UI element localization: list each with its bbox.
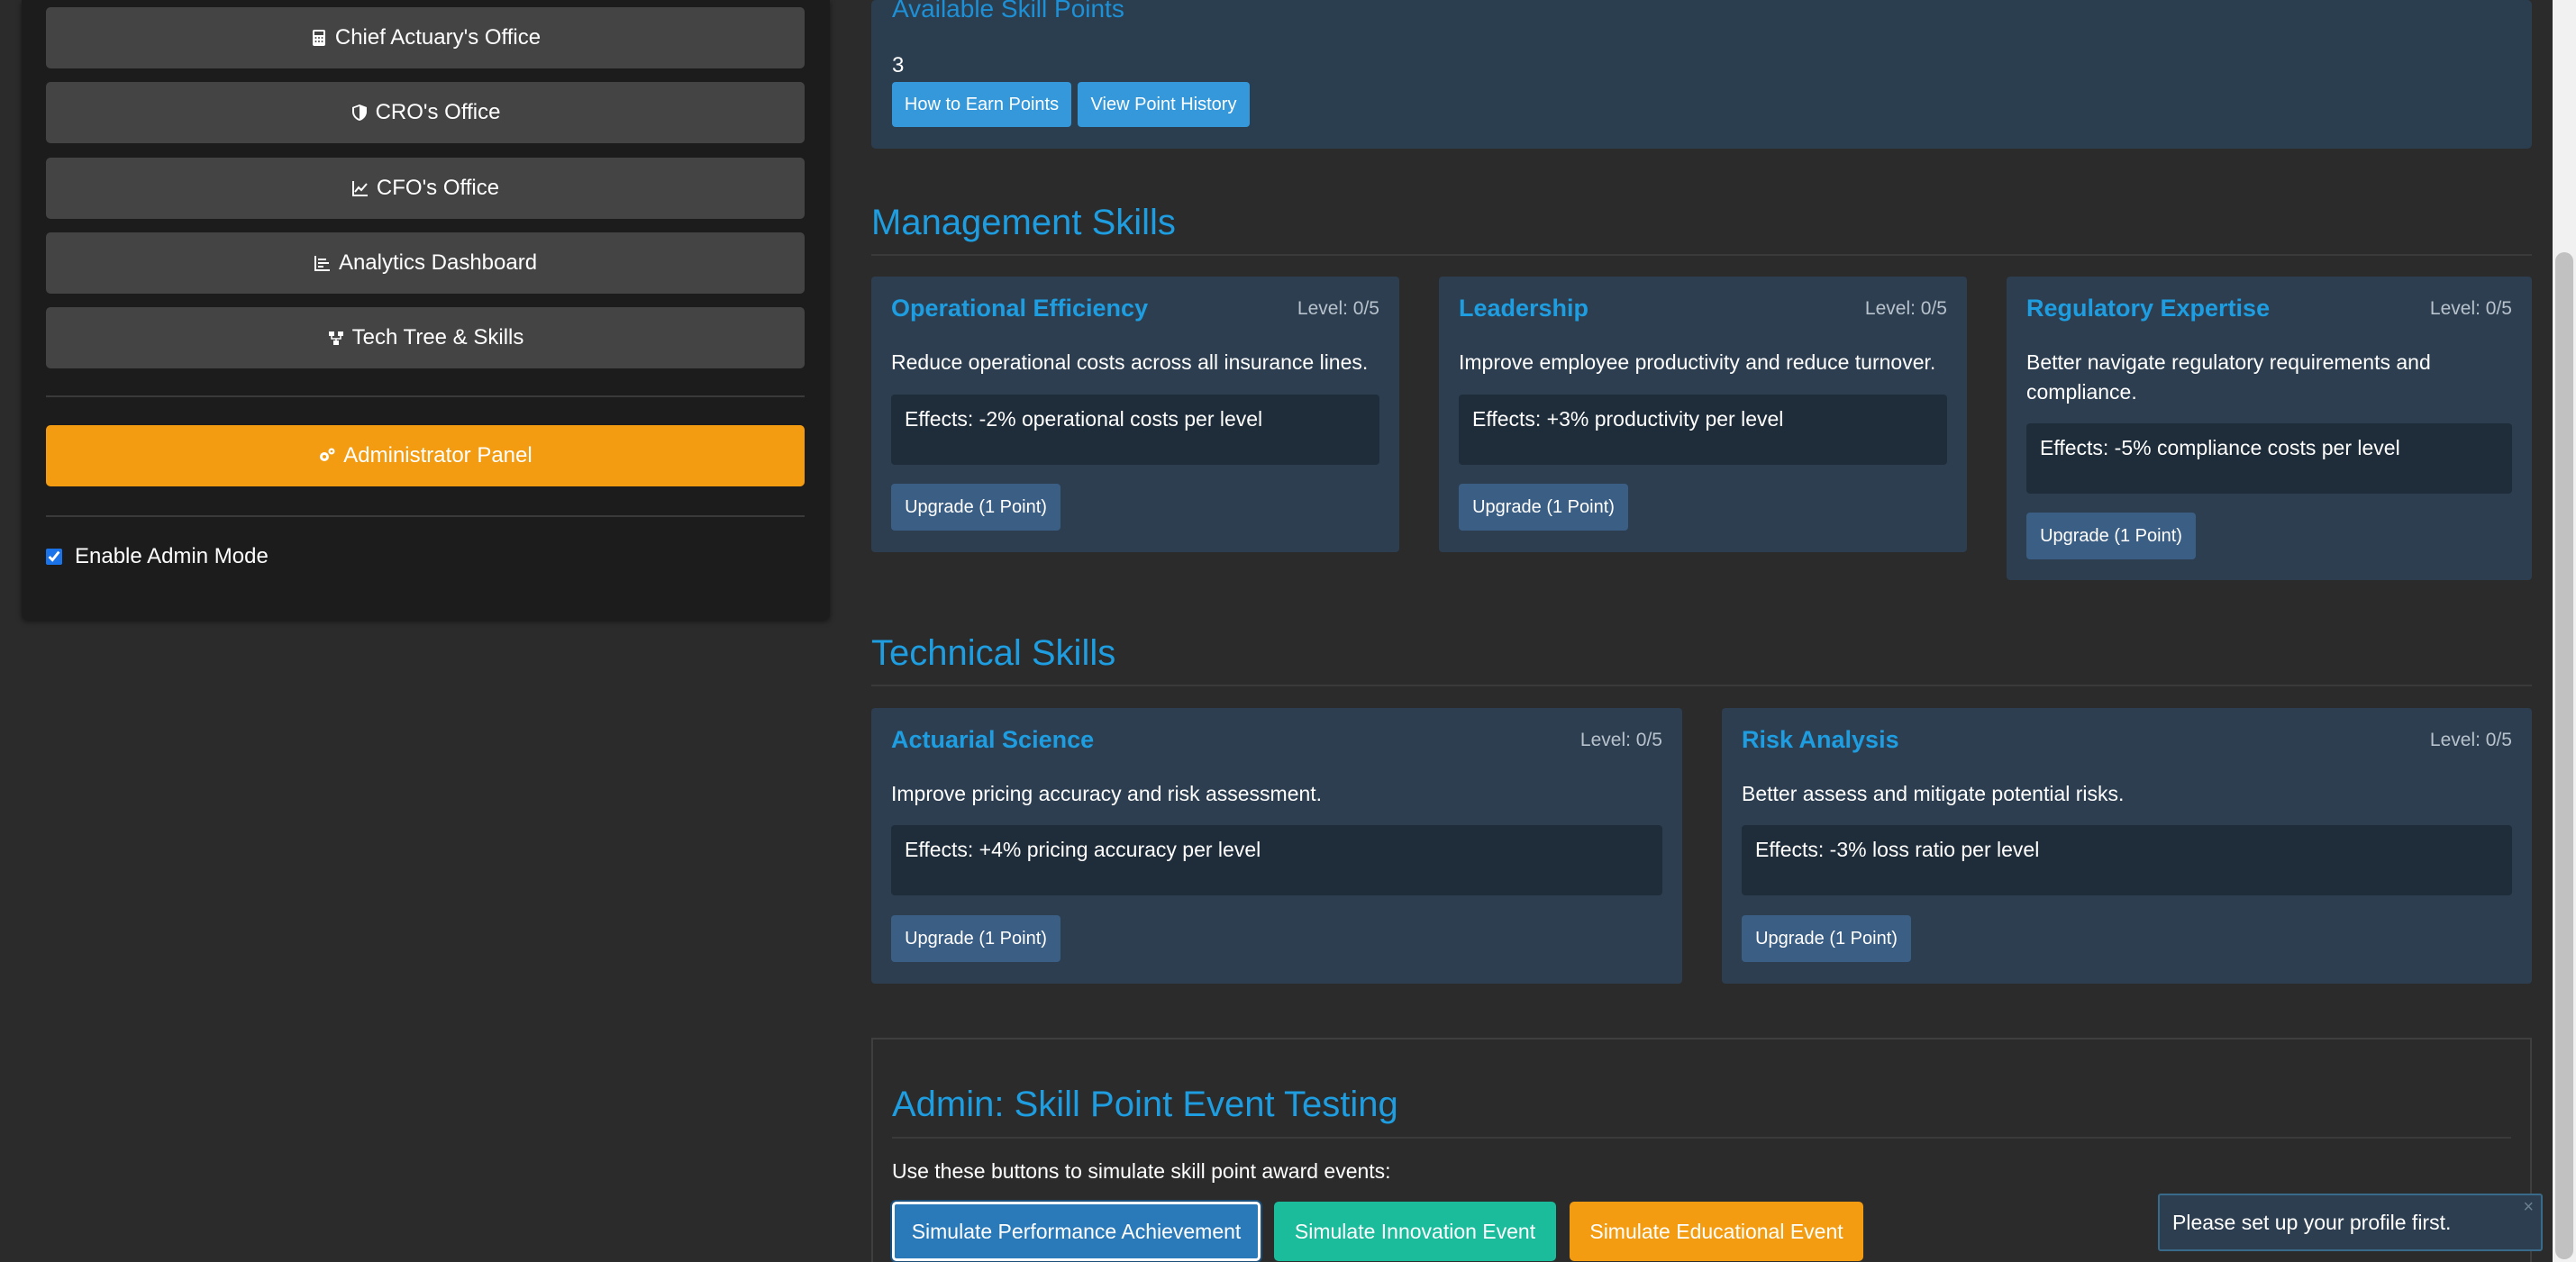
skill-name: Leadership xyxy=(1459,295,1589,322)
line-chart-icon xyxy=(351,181,368,196)
section-divider xyxy=(871,685,2532,686)
sidebar-divider xyxy=(46,395,805,397)
skill-points-title: Available Skill Points xyxy=(892,0,1124,23)
skill-level: Level: 0/5 xyxy=(1297,298,1379,319)
section-divider xyxy=(871,254,2532,256)
shield-icon xyxy=(351,104,367,121)
skill-effects: Effects: -3% loss ratio per level xyxy=(1742,825,2512,895)
skill-card-actuarial-science: Actuarial Science Level: 0/5 Improve pri… xyxy=(871,708,1682,984)
skill-card-leadership: Leadership Level: 0/5 Improve employee p… xyxy=(1439,277,1967,552)
nav-label: CRO's Office xyxy=(375,100,501,124)
section-divider xyxy=(892,1137,2511,1139)
skill-effects: Effects: -2% operational costs per level xyxy=(891,395,1379,465)
nav-analytics[interactable]: Analytics Dashboard xyxy=(46,232,805,294)
admin-mode-toggle[interactable]: Enable Admin Mode xyxy=(46,544,269,569)
skill-level: Level: 0/5 xyxy=(2429,298,2512,319)
scrollbar-thumb[interactable] xyxy=(2555,252,2573,1259)
nav-chief-actuary[interactable]: Chief Actuary's Office xyxy=(46,7,805,68)
skill-card-regulatory-expertise: Regulatory Expertise Level: 0/5 Better n… xyxy=(2007,277,2532,580)
skill-name: Actuarial Science xyxy=(891,726,1095,753)
skill-level: Level: 0/5 xyxy=(1579,730,1662,750)
skill-description: Improve pricing accuracy and risk assess… xyxy=(891,782,1323,805)
sitemap-icon xyxy=(328,331,343,345)
close-icon[interactable]: × xyxy=(2523,1197,2534,1218)
sidebar: Chief Actuary's Office CRO's Office CFO'… xyxy=(22,0,830,620)
simulate-innovation-button[interactable]: Simulate Innovation Event xyxy=(1274,1202,1556,1261)
skill-description: Better navigate regulatory requirements … xyxy=(2026,350,2431,404)
skill-name: Risk Analysis xyxy=(1742,726,1899,753)
nav-label: CFO's Office xyxy=(376,176,500,200)
skill-level: Level: 0/5 xyxy=(2429,730,2512,750)
upgrade-button[interactable]: Upgrade (1 Point) xyxy=(891,484,1060,531)
skill-effects: Effects: +4% pricing accuracy per level xyxy=(891,825,1662,895)
skill-points-value: 3 xyxy=(892,53,905,77)
skill-effects: Effects: +3% productivity per level xyxy=(1459,395,1947,465)
nav-label: Chief Actuary's Office xyxy=(334,25,542,50)
calculator-icon xyxy=(312,30,325,46)
simulate-performance-button[interactable]: Simulate Performance Achievement xyxy=(892,1202,1261,1261)
administrator-panel-button[interactable]: Administrator Panel xyxy=(46,425,805,486)
skill-level: Level: 0/5 xyxy=(1864,298,1947,319)
skill-description: Better assess and mitigate potential ris… xyxy=(1742,782,2125,805)
upgrade-button[interactable]: Upgrade (1 Point) xyxy=(891,915,1060,962)
nav-label: Analytics Dashboard xyxy=(338,250,538,275)
skill-card-risk-analysis: Risk Analysis Level: 0/5 Better assess a… xyxy=(1722,708,2532,984)
toast-notification: Please set up your profile first. × xyxy=(2158,1194,2543,1251)
nav-cro[interactable]: CRO's Office xyxy=(46,82,805,143)
view-history-button[interactable]: View Point History xyxy=(1078,82,1250,127)
nav-tech-tree[interactable]: Tech Tree & Skills xyxy=(46,307,805,368)
admin-testing-title: Admin: Skill Point Event Testing xyxy=(892,1085,1398,1124)
skill-description: Improve employee productivity and reduce… xyxy=(1459,350,1936,374)
skill-effects: Effects: -5% compliance costs per level xyxy=(2026,423,2512,494)
admin-panel-label: Administrator Panel xyxy=(343,443,532,468)
nav-cfo[interactable]: CFO's Office xyxy=(46,158,805,219)
admin-testing-description: Use these buttons to simulate skill poin… xyxy=(892,1159,1391,1183)
admin-mode-label: Enable Admin Mode xyxy=(75,544,269,568)
upgrade-button[interactable]: Upgrade (1 Point) xyxy=(1742,915,1911,962)
skill-name: Operational Efficiency xyxy=(891,295,1149,322)
toast-message: Please set up your profile first. xyxy=(2172,1210,2452,1234)
upgrade-button[interactable]: Upgrade (1 Point) xyxy=(2026,513,2196,559)
nav-label: Tech Tree & Skills xyxy=(351,325,524,350)
simulate-educational-button[interactable]: Simulate Educational Event xyxy=(1570,1202,1863,1261)
how-to-earn-button[interactable]: How to Earn Points xyxy=(892,82,1071,127)
skill-card-operational-efficiency: Operational Efficiency Level: 0/5 Reduce… xyxy=(871,277,1399,552)
cogs-icon xyxy=(320,448,335,461)
management-skills-title: Management Skills xyxy=(871,203,1176,242)
admin-mode-checkbox[interactable] xyxy=(46,549,62,565)
sidebar-divider xyxy=(46,515,805,517)
technical-skills-title: Technical Skills xyxy=(871,633,1116,673)
skill-description: Reduce operational costs across all insu… xyxy=(891,350,1369,374)
bar-chart-icon xyxy=(314,256,330,271)
skill-name: Regulatory Expertise xyxy=(2026,295,2271,322)
upgrade-button[interactable]: Upgrade (1 Point) xyxy=(1459,484,1628,531)
